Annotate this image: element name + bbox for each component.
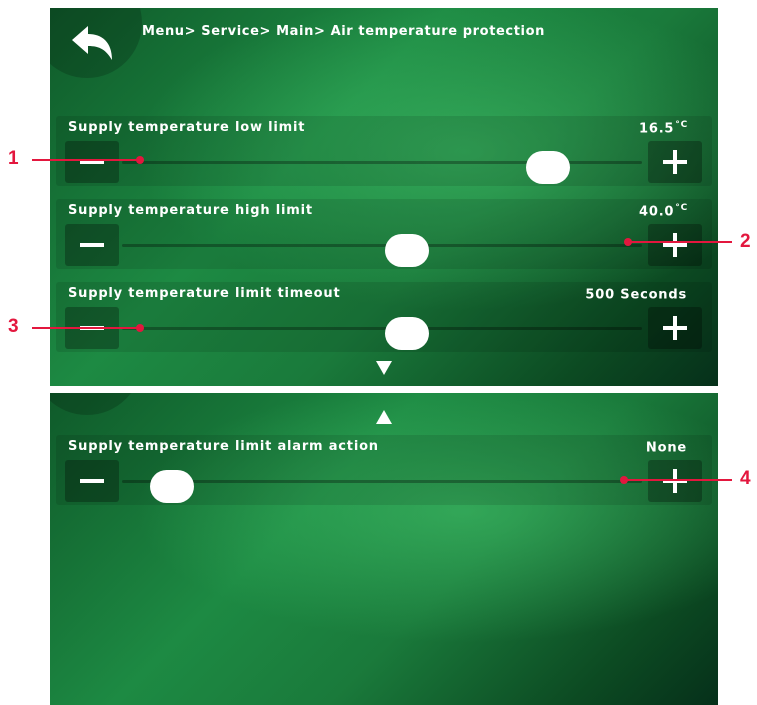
value-text: 40.0 [639,204,675,220]
callout-number-1: 1 [8,148,19,169]
decrease-button[interactable] [65,460,119,502]
value-text: 500 Seconds [585,287,687,303]
callout-number-4: 4 [740,468,751,489]
increase-button[interactable] [648,460,702,502]
triangle-up-icon [376,410,392,424]
decrease-button[interactable] [65,224,119,266]
slider-track[interactable] [122,244,642,247]
setting-value: 500 Seconds [585,286,688,302]
value-text: 16.5 [639,121,675,137]
value-text: None [645,440,687,456]
slider-thumb[interactable] [525,151,570,184]
callout-number-3: 3 [8,316,19,337]
callout-dot-3 [136,324,144,332]
plus-icon [663,233,687,257]
setting-value: 16.5°C [639,120,688,136]
callout-line-1 [32,159,140,161]
slider-track[interactable] [122,480,642,483]
setting-row-low-limit: Supply temperature low limit 16.5°C [50,116,718,194]
plus-icon [663,316,687,340]
setting-value: 40.0°C [639,203,688,219]
scroll-down-button[interactable] [376,360,392,380]
callout-line-2 [628,241,732,243]
slider-thumb[interactable] [384,317,429,350]
triangle-down-icon [376,361,392,375]
plus-icon [663,469,687,493]
breadcrumb: Menu> Service> Main> Air temperature pro… [142,24,545,39]
decrease-button[interactable] [65,141,119,183]
callout-dot-4 [620,476,628,484]
plus-icon [663,150,687,174]
minus-icon [80,479,104,483]
callout-dot-2 [624,238,632,246]
back-button[interactable] [64,18,122,68]
slider-track[interactable] [122,327,642,330]
setting-value: None [646,439,688,455]
setting-label: Supply temperature low limit [68,120,306,135]
increase-button[interactable] [648,307,702,349]
minus-icon [80,160,104,164]
setting-label: Supply temperature limit timeout [68,286,341,301]
back-arrow-icon [72,26,112,60]
value-unit: °C [675,120,688,130]
callout-line-3 [32,327,140,329]
increase-button[interactable] [648,141,702,183]
increase-button[interactable] [648,224,702,266]
minus-icon [80,243,104,247]
value-unit: °C [675,203,688,213]
callout-number-2: 2 [740,231,751,252]
slider-thumb[interactable] [384,234,429,267]
slider-thumb[interactable] [149,470,194,503]
screen-panel-bottom: Supply temperature limit alarm action No… [50,393,718,705]
setting-label: Supply temperature high limit [68,203,313,218]
scroll-up-button[interactable] [376,409,392,429]
back-button-background [50,393,142,415]
callout-line-4 [624,479,732,481]
callout-dot-1 [136,156,144,164]
setting-row-alarm-action: Supply temperature limit alarm action No… [50,435,718,513]
setting-label: Supply temperature limit alarm action [68,439,379,454]
setting-row-high-limit: Supply temperature high limit 40.0°C [50,199,718,277]
screen-panel-top: Menu> Service> Main> Air temperature pro… [50,8,718,386]
setting-row-timeout: Supply temperature limit timeout 500 Sec… [50,282,718,360]
